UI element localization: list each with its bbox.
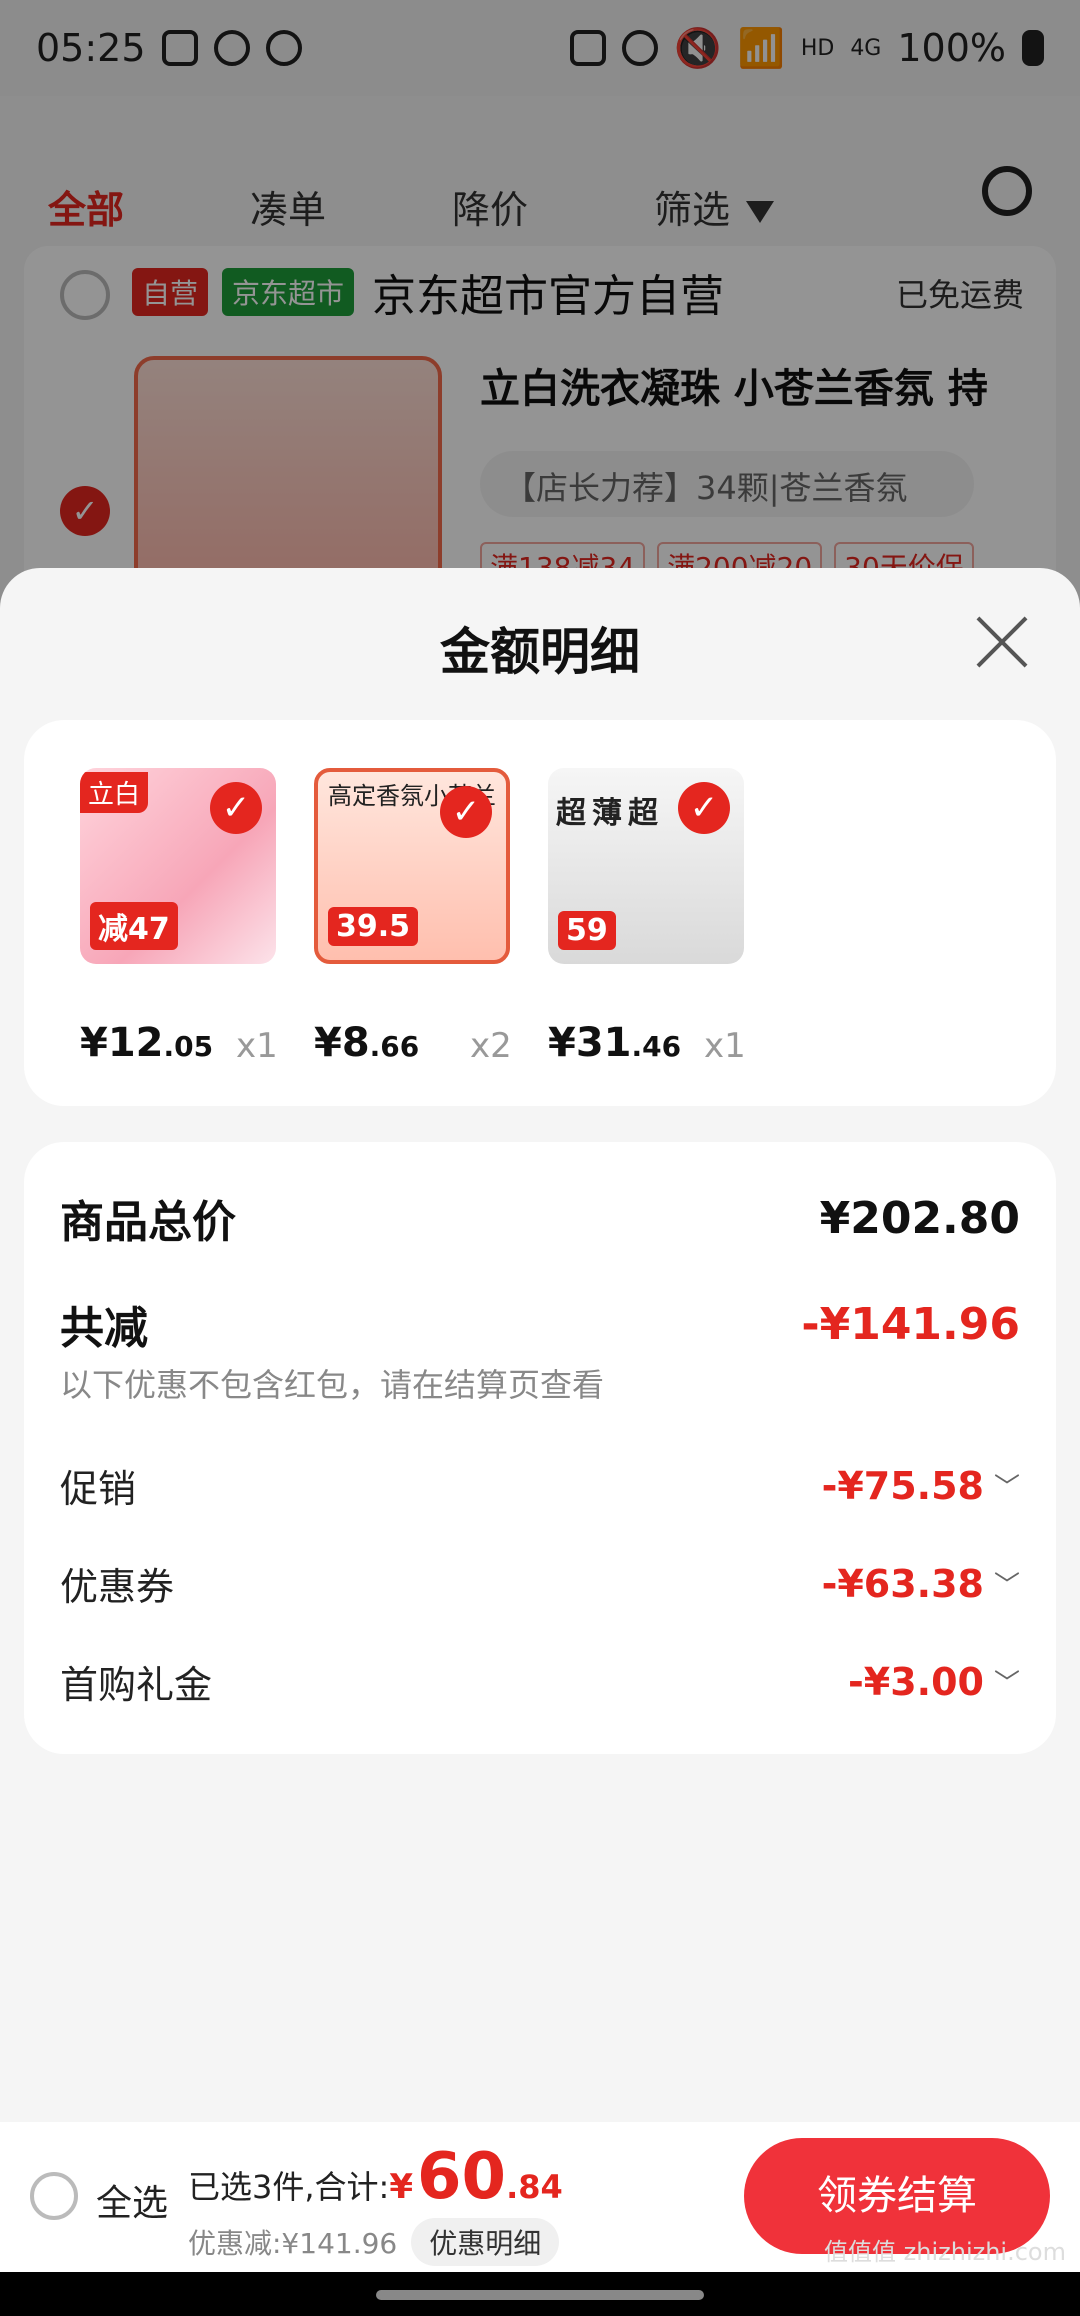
summary-card: 商品总价 ¥202.80 共减 -¥141.96 以下优惠不包含红包，请在结算页… — [24, 1142, 1056, 1754]
sheet-title: 金额明细 — [440, 623, 640, 681]
item-price: ¥31.46 — [548, 1020, 682, 1066]
site-watermark: 值值值 zhizhizhi.com — [824, 2238, 1066, 2266]
item-thumbnail: 高定香氛小苍兰 39.5 ✓ — [314, 768, 510, 964]
chevron-down-icon: ﹀ — [993, 1473, 1020, 1503]
amount-detail-sheet: 金额明细 立白 减47 ✓ ¥12.05 x1 高定香氛小苍兰 39.5 ✓ ¥… — [0, 568, 1080, 2316]
discount-text: 优惠减:¥141.96 — [188, 2227, 398, 2260]
item-quantity: x2 — [470, 1026, 512, 1066]
selected-text: 已选3件,合计: — [188, 2168, 390, 2206]
currency-symbol: ¥ — [389, 2167, 413, 2207]
breakdown-value: -¥75.58 — [821, 1463, 984, 1508]
chevron-down-icon: ﹀ — [993, 1571, 1020, 1601]
breakdown-row-coupon[interactable]: 优惠券 -¥63.38 ﹀ — [60, 1556, 1020, 1611]
item-2[interactable]: 高定香氛小苍兰 39.5 ✓ ¥8.66 x2 — [314, 768, 512, 1066]
item-3[interactable]: 超薄超 59 ✓ ¥31.46 x1 — [548, 768, 746, 1066]
select-all-label[interactable]: 全选 — [96, 2174, 168, 2226]
item-quantity: x1 — [704, 1026, 746, 1066]
breakdown-label: 促销 — [60, 1467, 137, 1511]
total-amount: 60 — [417, 2140, 507, 2214]
breakdown-value: -¥63.38 — [821, 1561, 984, 1606]
promo-label: 59 — [558, 911, 616, 950]
brand-label: 立白 — [80, 772, 149, 813]
total-label: 商品总价 — [60, 1197, 236, 1248]
promo-label: 减47 — [90, 902, 178, 950]
chevron-down-icon: ﹀ — [993, 1669, 1020, 1699]
reduce-label: 共减 — [60, 1303, 148, 1354]
item-checked-icon: ✓ — [678, 782, 730, 834]
items-card: 立白 减47 ✓ ¥12.05 x1 高定香氛小苍兰 39.5 ✓ ¥8.66 … — [24, 720, 1056, 1106]
product-header-text: 超薄超 — [556, 796, 664, 831]
breakdown-row-gift[interactable]: 首购礼金 -¥3.00 ﹀ — [60, 1654, 1020, 1709]
promo-label: 39.5 — [328, 907, 419, 946]
home-indicator[interactable] — [376, 2290, 704, 2300]
reduce-row: 共减 -¥141.96 — [60, 1292, 1020, 1356]
item-quantity: x1 — [236, 1026, 278, 1066]
total-row: 商品总价 ¥202.80 — [60, 1186, 1020, 1250]
total-amount-decimal: .84 — [506, 2168, 563, 2206]
reduce-value: -¥141.96 — [801, 1298, 1020, 1350]
selected-summary: 已选3件,合计: ¥ 60 .84 — [188, 2140, 563, 2214]
item-1[interactable]: 立白 减47 ✓ ¥12.05 x1 — [80, 768, 278, 1066]
close-icon[interactable] — [974, 614, 1030, 670]
item-price: ¥8.66 — [314, 1020, 420, 1066]
breakdown-label: 优惠券 — [60, 1565, 175, 1609]
breakdown-row-promotion[interactable]: 促销 -¥75.58 ﹀ — [60, 1458, 1020, 1513]
breakdown-value: -¥3.00 — [848, 1659, 984, 1704]
item-price: ¥12.05 — [80, 1020, 214, 1066]
item-checked-icon: ✓ — [440, 786, 492, 838]
select-all-radio[interactable] — [30, 2172, 78, 2220]
reduce-note: 以下优惠不包含红包，请在结算页查看 — [60, 1366, 605, 1404]
breakdown-label: 首购礼金 — [60, 1663, 213, 1707]
item-thumbnail: 立白 减47 ✓ — [80, 768, 276, 964]
item-checked-icon: ✓ — [210, 782, 262, 834]
system-nav-bar — [0, 2272, 1080, 2316]
total-value: ¥202.80 — [819, 1192, 1020, 1244]
discount-summary: 优惠减:¥141.96 优惠明细 — [188, 2218, 560, 2266]
item-thumbnail: 超薄超 59 ✓ — [548, 768, 744, 964]
discount-detail-button[interactable]: 优惠明细 — [411, 2218, 560, 2266]
